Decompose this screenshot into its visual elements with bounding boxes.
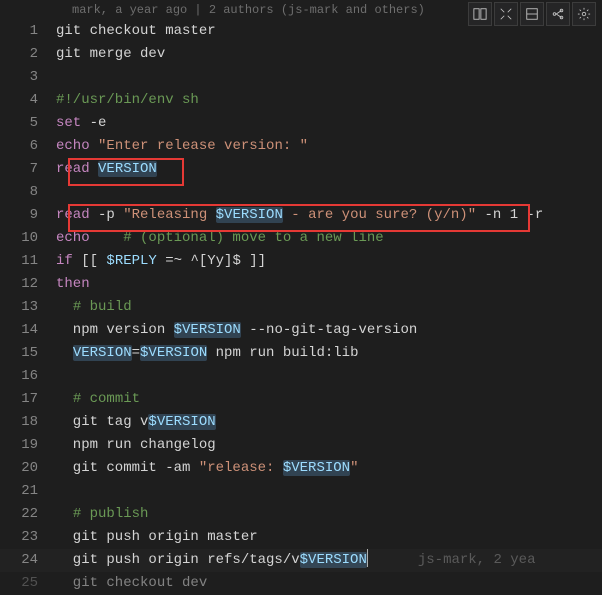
code-line[interactable]: 5set -e [0,112,602,135]
line-number: 22 [0,503,56,526]
split-horizontal-icon[interactable] [468,2,492,26]
editor-toolbar [468,2,596,26]
code-line[interactable]: 16 [0,365,602,388]
line-number: 7 [0,158,56,181]
code-line[interactable]: 9read -p "Releasing $VERSION - are you s… [0,204,602,227]
code-line[interactable]: 25 git checkout dev [0,572,602,595]
expand-icon[interactable] [494,2,518,26]
code-content[interactable]: npm run changelog [56,434,602,457]
code-line[interactable]: 24 git push origin refs/tags/v$VERSIONjs… [0,549,602,572]
gear-icon[interactable] [572,2,596,26]
code-content[interactable]: git tag v$VERSION [56,411,602,434]
code-line[interactable]: 7read VERSION [0,158,602,181]
line-number: 15 [0,342,56,365]
code-content[interactable]: git push origin master [56,526,602,549]
inline-blame: js-mark, 2 yea [368,552,536,568]
code-line[interactable]: 15 VERSION=$VERSION npm run build:lib [0,342,602,365]
line-number: 24 [0,549,56,572]
line-number: 1 [0,20,56,43]
code-content[interactable]: if [[ $REPLY =~ ^[Yy]$ ]] [56,250,602,273]
code-line[interactable]: 12then [0,273,602,296]
code-content[interactable]: read -p "Releasing $VERSION - are you su… [56,204,602,227]
code-content[interactable]: set -e [56,112,602,135]
line-number: 6 [0,135,56,158]
text-cursor [367,549,368,567]
code-line[interactable]: 17 # commit [0,388,602,411]
code-line[interactable]: 3 [0,66,602,89]
line-number: 11 [0,250,56,273]
share-icon[interactable] [546,2,570,26]
code-line[interactable]: 2git merge dev [0,43,602,66]
code-content[interactable]: git checkout dev [56,572,602,595]
code-content[interactable]: VERSION=$VERSION npm run build:lib [56,342,602,365]
line-number: 9 [0,204,56,227]
code-content[interactable]: # build [56,296,602,319]
code-line[interactable]: 22 # publish [0,503,602,526]
line-number: 3 [0,66,56,89]
line-number: 2 [0,43,56,66]
diff-icon[interactable] [520,2,544,26]
line-number: 17 [0,388,56,411]
code-line[interactable]: 19 npm run changelog [0,434,602,457]
code-line[interactable]: 11if [[ $REPLY =~ ^[Yy]$ ]] [0,250,602,273]
code-line[interactable]: 6echo "Enter release version: " [0,135,602,158]
code-content[interactable]: # commit [56,388,602,411]
code-line[interactable]: 18 git tag v$VERSION [0,411,602,434]
code-content[interactable]: git merge dev [56,43,602,66]
code-content[interactable] [56,365,602,388]
code-content[interactable] [56,480,602,503]
line-number: 14 [0,319,56,342]
code-line[interactable]: 10echo # (optional) move to a new line [0,227,602,250]
code-content[interactable]: npm version $VERSION --no-git-tag-versio… [56,319,602,342]
code-line[interactable]: 21 [0,480,602,503]
code-line[interactable]: 4#!/usr/bin/env sh [0,89,602,112]
code-content[interactable] [56,181,602,204]
line-number: 4 [0,89,56,112]
line-number: 10 [0,227,56,250]
code-line[interactable]: 23 git push origin master [0,526,602,549]
line-number: 21 [0,480,56,503]
code-content[interactable]: then [56,273,602,296]
code-line[interactable]: 13 # build [0,296,602,319]
code-content[interactable]: echo # (optional) move to a new line [56,227,602,250]
line-number: 16 [0,365,56,388]
code-editor[interactable]: 1git checkout master2git merge dev34#!/u… [0,20,602,595]
line-number: 23 [0,526,56,549]
code-content[interactable]: echo "Enter release version: " [56,135,602,158]
code-content[interactable]: git push origin refs/tags/v$VERSIONjs-ma… [56,549,602,572]
line-number: 18 [0,411,56,434]
line-number: 19 [0,434,56,457]
code-line[interactable]: 20 git commit -am "release: $VERSION" [0,457,602,480]
code-content[interactable]: read VERSION [56,158,602,181]
line-number: 25 [0,572,56,595]
line-number: 20 [0,457,56,480]
line-number: 5 [0,112,56,135]
line-number: 12 [0,273,56,296]
code-line[interactable]: 8 [0,181,602,204]
code-content[interactable]: git commit -am "release: $VERSION" [56,457,602,480]
code-content[interactable]: #!/usr/bin/env sh [56,89,602,112]
line-number: 13 [0,296,56,319]
line-number: 8 [0,181,56,204]
code-content[interactable] [56,66,602,89]
code-line[interactable]: 14 npm version $VERSION --no-git-tag-ver… [0,319,602,342]
code-content[interactable]: # publish [56,503,602,526]
